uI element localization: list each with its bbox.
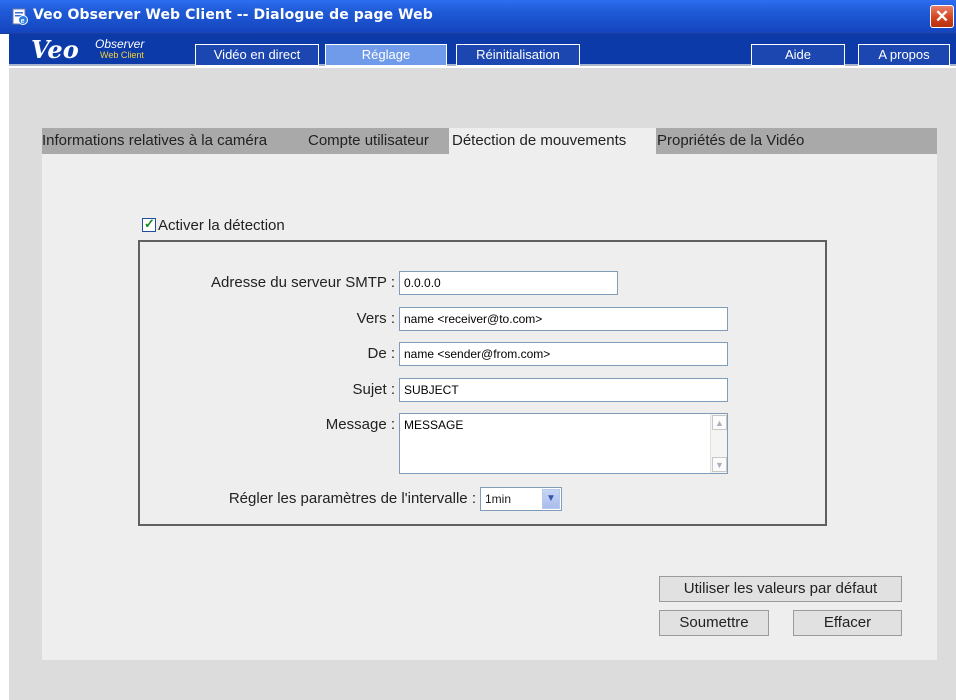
logo-tagline: Web Client	[100, 50, 144, 60]
logo-brand: Veo	[31, 35, 79, 64]
tab-motion-detection[interactable]: Détection de mouvements	[449, 128, 656, 156]
close-icon: ✕	[934, 7, 950, 26]
subject-input[interactable]: SUBJECT	[399, 378, 728, 402]
interval-select[interactable]: 1min ▼	[480, 487, 562, 511]
smtp-server-input[interactable]: 0.0.0.0	[399, 271, 618, 295]
svg-text:e: e	[21, 18, 25, 25]
close-button[interactable]: ✕	[930, 5, 954, 28]
app-header: Veo Observer Web Client Vidéo en direct …	[9, 34, 956, 66]
message-text: MESSAGE	[404, 418, 464, 432]
from-input[interactable]: name <sender@from.com>	[399, 342, 728, 366]
content-footer	[9, 676, 956, 700]
submit-button[interactable]: Soumettre	[659, 610, 769, 636]
enable-detection-checkbox[interactable]: ✓	[142, 216, 156, 232]
arrow-up-icon[interactable]: ▲	[712, 415, 727, 430]
from-label: De :	[367, 345, 395, 362]
nav-help-button[interactable]: Aide	[751, 44, 845, 66]
message-scrollbar[interactable]: ▲ ▼	[710, 414, 727, 473]
to-input[interactable]: name <receiver@to.com>	[399, 307, 728, 331]
window-titlebar: e Veo Observer Web Client -- Dialogue de…	[0, 0, 956, 34]
ie-page-icon: e	[12, 8, 28, 25]
clear-button[interactable]: Effacer	[793, 610, 902, 636]
nav-about-button[interactable]: A propos	[858, 44, 950, 66]
to-label: Vers :	[356, 310, 395, 327]
email-settings-group: Adresse du serveur SMTP : 0.0.0.0 Vers :…	[138, 240, 827, 526]
enable-detection-label: Activer la détection	[158, 216, 285, 234]
nav-live-video-button[interactable]: Vidéo en direct	[195, 44, 319, 66]
logo-product: Observer	[95, 37, 145, 51]
interval-value: 1min	[485, 492, 512, 506]
tab-strip: Informations relatives à la caméra Compt…	[42, 128, 937, 156]
nav-reset-button[interactable]: Réinitialisation	[456, 44, 580, 66]
arrow-down-icon[interactable]: ▼	[712, 457, 727, 472]
smtp-label: Adresse du serveur SMTP :	[211, 274, 395, 291]
tab-user-account[interactable]: Compte utilisateur	[308, 128, 449, 154]
subject-label: Sujet :	[352, 381, 395, 398]
tab-video-properties[interactable]: Propriétés de la Vidéo	[657, 128, 838, 154]
interval-label: Régler les paramètres de l'intervalle :	[228, 490, 476, 507]
content-area: Informations relatives à la caméra Compt…	[9, 68, 956, 700]
message-textarea[interactable]: MESSAGE ▲ ▼	[399, 413, 728, 474]
window-title: Veo Observer Web Client -- Dialogue de p…	[33, 7, 433, 23]
message-label: Message :	[325, 416, 395, 433]
motion-detection-panel: ✓ Activer la détection Adresse du serveu…	[42, 154, 937, 660]
chevron-down-icon[interactable]: ▼	[542, 489, 560, 509]
tab-camera-info[interactable]: Informations relatives à la caméra	[42, 128, 306, 154]
checkmark-icon: ✓	[144, 216, 155, 231]
use-defaults-button[interactable]: Utiliser les valeurs par défaut	[659, 576, 902, 602]
enable-detection-row[interactable]: ✓ Activer la détection	[142, 216, 285, 234]
nav-settings-button[interactable]: Réglage	[325, 44, 447, 66]
